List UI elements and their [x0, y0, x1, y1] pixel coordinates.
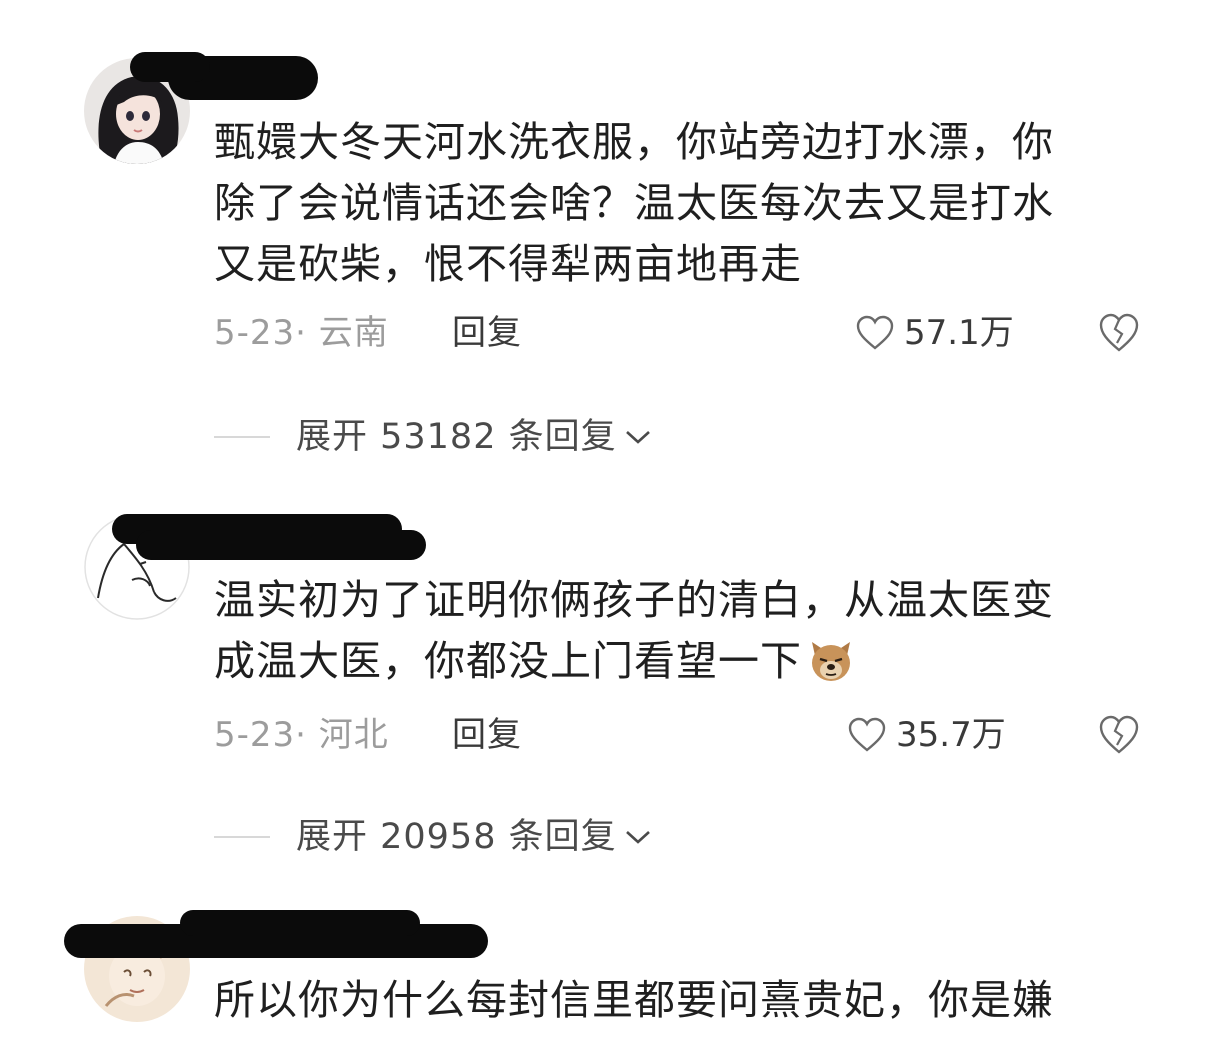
- like-button[interactable]: 57.1万: [856, 308, 1014, 358]
- reply-button[interactable]: 回复: [452, 308, 522, 358]
- heart-outline-icon: [856, 315, 894, 350]
- heart-outline-icon: [848, 717, 886, 752]
- comment-meta: 5-23· 云南 回复 57.1万: [214, 308, 1144, 358]
- chevron-down-icon: [625, 831, 650, 844]
- comment-text: 所以你为什么每封信里都要问熹贵妃，你是嫌: [214, 970, 1114, 1031]
- redacted-username: [180, 910, 420, 936]
- redacted-username: [136, 530, 426, 560]
- like-button[interactable]: 35.7万: [848, 710, 1006, 760]
- comment-line: 所以你为什么每封信里都要问熹贵妃，你是嫌: [214, 976, 1054, 1024]
- broken-heart-icon[interactable]: [1098, 715, 1140, 755]
- comment-meta: 5-23· 河北 回复 35.7万: [214, 710, 1144, 760]
- comment-line: 成温大医，你都没上门看望一下: [214, 631, 1114, 692]
- comment-line: 除了会说情话还会啥？温太医每次去又是打水: [214, 179, 1054, 227]
- expand-replies-button[interactable]: 展开 20958 条回复: [214, 812, 653, 862]
- expand-replies-label: 展开 53182 条回复: [296, 417, 617, 457]
- comment-item: 甄嬛大冬天河水洗衣服，你站旁边打水漂，你 除了会说情话还会啥？温太医每次去又是打…: [0, 0, 1216, 480]
- divider-line: [214, 836, 270, 838]
- comment-line: 甄嬛大冬天河水洗衣服，你站旁边打水漂，你: [214, 118, 1054, 166]
- comment-text: 甄嬛大冬天河水洗衣服，你站旁边打水漂，你 除了会说情话还会啥？温太医每次去又是打…: [214, 112, 1114, 295]
- comment-text: 温实初为了证明你俩孩子的清白，从温太医变 成温大医，你都没上门看望一下: [214, 570, 1114, 692]
- expand-replies-button[interactable]: 展开 53182 条回复: [214, 412, 653, 462]
- broken-heart-icon[interactable]: [1098, 313, 1140, 353]
- reply-button[interactable]: 回复: [452, 710, 522, 760]
- comment-item: 温实初为了证明你俩孩子的清白，从温太医变 成温大医，你都没上门看望一下 5-23…: [0, 500, 1216, 880]
- comment-line-text: 成温大医，你都没上门看望一下: [214, 637, 802, 685]
- divider-line: [214, 436, 270, 438]
- expand-replies-label: 展开 20958 条回复: [296, 817, 617, 857]
- dog-face-emoji: [812, 642, 850, 681]
- comment-line: 又是砍柴，恨不得犁两亩地再走: [214, 240, 802, 288]
- redacted-username: [130, 52, 210, 82]
- comment-item: 所以你为什么每封信里都要问熹贵妃，你是嫌: [0, 900, 1216, 1045]
- date-location: 5-23· 河北: [214, 715, 389, 755]
- like-count: 57.1万: [904, 313, 1014, 353]
- like-count: 35.7万: [896, 715, 1006, 755]
- date-location: 5-23· 云南: [214, 313, 389, 353]
- chevron-down-icon: [625, 431, 650, 444]
- comment-line: 温实初为了证明你俩孩子的清白，从温太医变: [214, 576, 1054, 624]
